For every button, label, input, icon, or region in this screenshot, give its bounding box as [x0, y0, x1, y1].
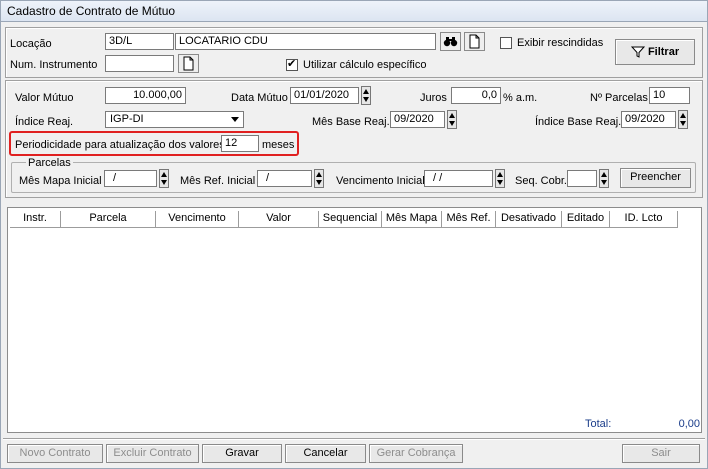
indice-reaj-label: Índice Reaj. — [15, 116, 74, 128]
filtrar-label: Filtrar — [647, 46, 680, 58]
search-binoculars-button[interactable] — [440, 32, 461, 51]
mes-mapa-label: Mês Mapa Inicial — [19, 175, 102, 187]
seq-cobr-field[interactable] — [567, 170, 597, 187]
mes-mapa-spinner[interactable] — [159, 169, 169, 188]
parcelas-label: Nº Parcelas — [590, 92, 648, 104]
vencimento-spinner[interactable] — [495, 169, 505, 188]
col-mes-mapa[interactable]: Mês Mapa — [382, 211, 442, 228]
exibir-rescindidas-label: Exibir rescindidas — [517, 37, 604, 49]
juros-field[interactable]: 0,0 — [451, 87, 501, 104]
col-valor[interactable]: Valor — [239, 211, 319, 228]
total-label: Total: — [585, 418, 612, 430]
num-instrumento-field[interactable] — [105, 55, 174, 72]
mes-base-label: Mês Base Reaj. — [312, 116, 390, 128]
juros-label: Juros — [420, 92, 447, 104]
chevron-down-icon[interactable] — [228, 113, 242, 126]
col-vencimento[interactable]: Vencimento — [156, 211, 239, 228]
mes-base-field[interactable]: 09/2020 — [390, 111, 445, 128]
document-icon — [183, 56, 194, 71]
utilizar-calculo-checkbox[interactable]: ✔ — [286, 58, 298, 71]
indice-reaj-select[interactable]: IGP-DI — [105, 111, 244, 128]
mes-ref-label: Mês Ref. Inicial — [180, 175, 256, 187]
locacao-name-field[interactable]: LOCATARIO CDU — [175, 33, 436, 50]
num-instrumento-label: Num. Instrumento — [10, 59, 98, 71]
seq-cobr-label: Seq. Cobr. — [515, 175, 567, 187]
parcelas-field[interactable]: 10 — [649, 87, 690, 104]
valor-mutuo-field[interactable]: 10.000,00 — [105, 87, 186, 104]
filtrar-button[interactable]: Filtrar — [615, 39, 695, 65]
new-document-button[interactable] — [464, 32, 485, 51]
col-mes-ref[interactable]: Mês Ref. — [442, 211, 496, 228]
mes-ref-field[interactable]: / — [257, 170, 312, 187]
vencimento-label: Vencimento Inicial — [336, 175, 425, 187]
gravar-button[interactable]: Gravar — [202, 444, 282, 463]
exibir-rescindidas-checkbox[interactable] — [500, 37, 512, 49]
footer-divider — [3, 438, 705, 440]
check-mark-icon: ✔ — [287, 58, 297, 70]
gerar-cobranca-button[interactable]: Gerar Cobrança — [369, 444, 463, 463]
col-instr[interactable]: Instr. — [10, 211, 61, 228]
indice-base-spinner[interactable] — [678, 110, 688, 129]
total-value: 0,00 — [678, 418, 700, 430]
parcelas-grid[interactable] — [7, 207, 702, 433]
mes-base-spinner[interactable] — [447, 110, 457, 129]
locacao-label: Locação — [10, 38, 52, 50]
periodicidade-field[interactable]: 12 — [221, 135, 259, 152]
utilizar-calculo-label: Utilizar cálculo específico — [303, 59, 427, 71]
indice-base-field[interactable]: 09/2020 — [621, 111, 676, 128]
vencimento-field[interactable]: / / — [424, 170, 493, 187]
document-icon — [469, 34, 480, 49]
juros-unit: % a.m. — [503, 92, 538, 104]
data-mutuo-spinner[interactable] — [361, 86, 371, 105]
col-editado[interactable]: Editado — [562, 211, 610, 228]
col-id-lcto[interactable]: ID. Lcto — [610, 211, 678, 228]
locacao-code-field[interactable]: 3D/L — [105, 33, 174, 50]
periodicidade-unit: meses — [262, 139, 295, 151]
title-bar: Cadastro de Contrato de Mútuo — [0, 0, 708, 22]
parcelas-legend: Parcelas — [26, 156, 73, 170]
seq-cobr-spinner[interactable] — [599, 169, 609, 188]
excluir-contrato-button[interactable]: Excluir Contrato — [106, 444, 199, 463]
sair-button[interactable]: Sair — [622, 444, 700, 463]
mes-mapa-field[interactable]: / — [104, 170, 157, 187]
binoculars-icon — [443, 37, 458, 47]
col-desativado[interactable]: Desativado — [496, 211, 562, 228]
filter-icon — [630, 46, 646, 58]
indice-reaj-value: IGP-DI — [110, 113, 144, 125]
cancelar-button[interactable]: Cancelar — [285, 444, 366, 463]
window-title: Cadastro de Contrato de Mútuo — [7, 4, 176, 18]
indice-base-label: Índice Base Reaj. — [535, 116, 622, 128]
preencher-button[interactable]: Preencher — [620, 168, 691, 188]
periodicidade-label: Periodicidade para atualização dos valor… — [15, 139, 225, 151]
data-mutuo-label: Data Mútuo — [231, 92, 288, 104]
mes-ref-spinner[interactable] — [314, 169, 324, 188]
num-instrumento-doc-button[interactable] — [178, 54, 199, 73]
col-parcela[interactable]: Parcela — [61, 211, 156, 228]
novo-contrato-button[interactable]: Novo Contrato — [7, 444, 103, 463]
valor-mutuo-label: Valor Mútuo — [15, 92, 74, 104]
col-sequencial[interactable]: Sequencial — [319, 211, 382, 228]
data-mutuo-field[interactable]: 01/01/2020 — [290, 87, 359, 104]
